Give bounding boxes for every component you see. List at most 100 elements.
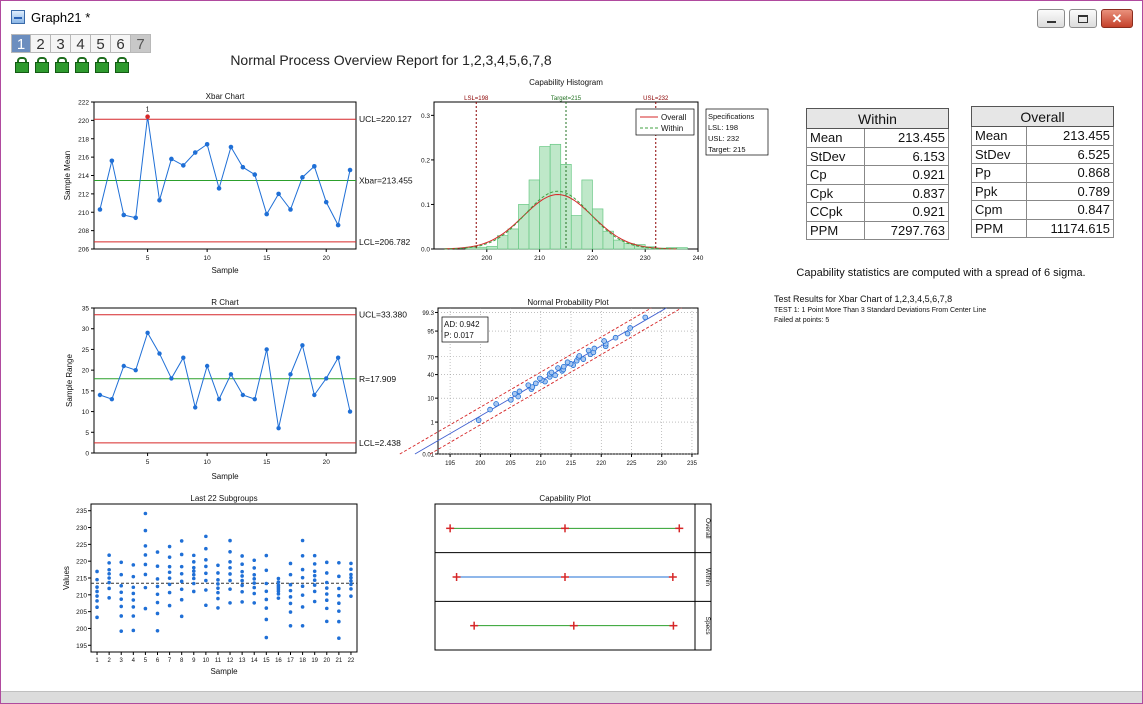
maximize-button[interactable] xyxy=(1069,9,1097,28)
probability-point xyxy=(601,338,607,344)
subgroup-point xyxy=(349,594,353,598)
probability-point xyxy=(532,380,539,387)
subgroup-point xyxy=(131,598,136,602)
x-tick-label: 8 xyxy=(180,658,184,664)
subgroup-point xyxy=(107,576,111,580)
subgroup-point xyxy=(131,585,136,590)
xbar-point xyxy=(252,172,258,177)
subgroup-point xyxy=(107,561,111,565)
subgroup-point xyxy=(179,614,184,619)
xbar-title: Xbar Chart xyxy=(206,92,245,101)
subgroup-point xyxy=(204,534,208,539)
overall-table: Overall Mean 213.455 StDev 6.525 Pp 0.868 P… xyxy=(970,106,1114,238)
within-header: Within xyxy=(806,108,949,129)
y-tick-label: 205 xyxy=(76,609,87,616)
rchart-point xyxy=(312,392,317,398)
layer-tab-6[interactable]: 6 xyxy=(111,34,131,53)
subgroup-point xyxy=(312,553,317,558)
subgroup-point xyxy=(95,605,99,610)
layer-tab-2[interactable]: 2 xyxy=(31,34,51,53)
subgroup-point xyxy=(143,544,148,548)
probability-point xyxy=(493,401,499,407)
rchart-point xyxy=(300,343,305,348)
x-tick-label: 235 xyxy=(687,461,698,467)
x-tick-label: 210 xyxy=(534,255,545,262)
histogram-title: Capability Histogram xyxy=(529,78,603,87)
subgroup-point xyxy=(179,587,184,592)
spec-label: LSL=198 xyxy=(464,96,489,102)
layer-tab-5[interactable]: 5 xyxy=(91,34,111,53)
xbar-series-line xyxy=(99,116,351,227)
probability-point xyxy=(564,359,571,366)
xbar-point xyxy=(181,163,186,168)
subgroups-frame xyxy=(90,503,358,653)
stat-value: 6.153 xyxy=(864,146,949,166)
stat-value: 7297.763 xyxy=(864,220,949,240)
layer-tab-1[interactable]: 1 xyxy=(11,34,31,53)
y-tick-label: 230 xyxy=(76,525,87,532)
subgroup-point xyxy=(349,561,353,566)
y-tick-label: 225 xyxy=(76,542,87,549)
subgroup-point xyxy=(276,583,281,588)
capability-row-label: Within xyxy=(704,568,711,586)
layer-tab-4[interactable]: 4 xyxy=(71,34,91,53)
subgroup-point xyxy=(179,597,184,602)
minimize-button[interactable] xyxy=(1037,9,1065,28)
subgroup-point xyxy=(107,553,111,558)
spec-box-target: Target: 215 xyxy=(708,145,746,154)
y-tick-label: 220 xyxy=(78,118,89,125)
graph-icon xyxy=(11,10,25,24)
subgroup-point xyxy=(252,572,257,577)
y-tick-label: 30 xyxy=(82,326,90,333)
subgroup-point xyxy=(349,567,353,572)
subgroup-point xyxy=(264,568,269,573)
subgroup-point xyxy=(95,569,99,574)
y-tick-label: 0.1 xyxy=(421,202,430,209)
rchart-point xyxy=(288,372,293,377)
layer-tab-3[interactable]: 3 xyxy=(51,34,71,53)
subgroup-point xyxy=(228,549,232,554)
lcl-label: LCL=206.782 xyxy=(359,237,411,247)
x-tick-label: 17 xyxy=(287,658,294,664)
x-tick-label: 225 xyxy=(626,461,637,467)
spec-box-title: Specifications xyxy=(708,112,755,121)
probability-point xyxy=(548,369,555,376)
rchart-point xyxy=(97,392,103,398)
subgroup-point xyxy=(155,577,160,581)
subgroup-point xyxy=(288,610,293,614)
stat-name: Cpk xyxy=(805,183,866,203)
y-tick-label: 0.2 xyxy=(421,157,430,164)
ucl-label: UCL=33.380 xyxy=(359,310,407,320)
probability-point xyxy=(612,334,619,341)
rchart-frame xyxy=(93,307,357,454)
x-tick-label: 5 xyxy=(144,658,148,664)
xbar-point xyxy=(121,212,127,218)
ad-label: AD: 0.942 xyxy=(444,320,480,329)
stat-name: CCpk xyxy=(805,202,866,222)
rchart-point xyxy=(169,376,174,381)
table-row: Cp 0.921 xyxy=(805,165,949,185)
capability-note: Capability statistics are computed with … xyxy=(796,267,1086,279)
rchart-point xyxy=(216,396,222,402)
failed-points: Failed at points: 5 xyxy=(774,317,830,324)
probability-point xyxy=(585,347,592,354)
probability-point xyxy=(591,345,598,352)
subgroup-point xyxy=(300,623,305,628)
subgroup-point xyxy=(300,584,305,588)
subgroup-point xyxy=(312,578,317,583)
subgroup-point xyxy=(167,544,172,549)
x-tick-label: 4 xyxy=(132,658,136,664)
title-bar[interactable]: Graph21 * ✕ xyxy=(1,1,1142,33)
rchart-point xyxy=(193,405,198,410)
probability-point xyxy=(537,375,543,382)
legend-label: Overall xyxy=(661,113,687,122)
layer-tab-7[interactable]: 7 xyxy=(131,34,151,53)
x-tick-label: 10 xyxy=(203,658,210,664)
y-tick-label: 195 xyxy=(76,643,87,650)
y-tick-label: 0.0 xyxy=(421,247,430,254)
x-tick-label: 20 xyxy=(323,658,330,664)
close-button[interactable]: ✕ xyxy=(1101,9,1133,28)
rchart-point xyxy=(157,351,162,356)
subgroup-point xyxy=(240,574,244,578)
x-tick-label: 200 xyxy=(481,255,492,262)
